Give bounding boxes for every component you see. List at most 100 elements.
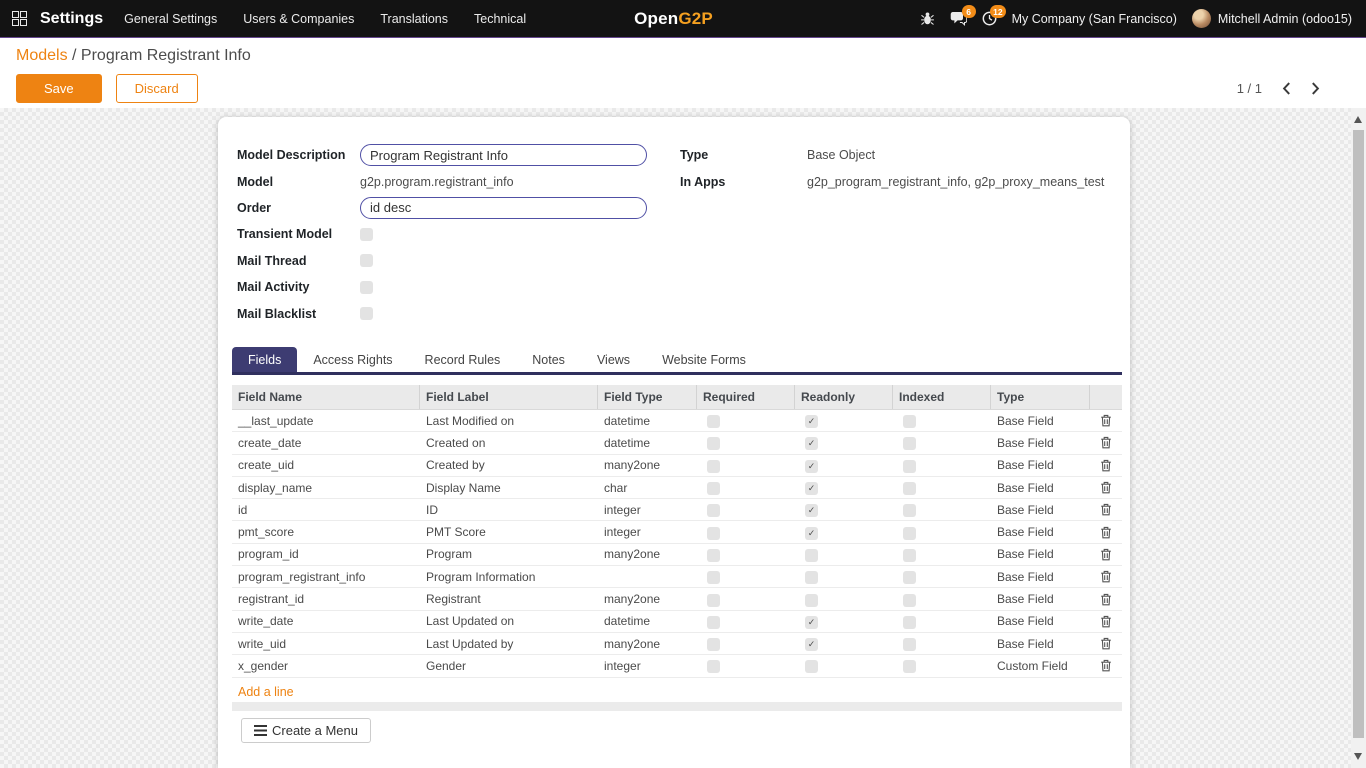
- table-row[interactable]: idIDinteger✓✓✓Base Field: [232, 499, 1122, 521]
- delete-row-icon[interactable]: [1100, 615, 1112, 628]
- readonly-checkbox[interactable]: ✓: [805, 527, 818, 540]
- readonly-checkbox[interactable]: ✓: [805, 638, 818, 651]
- delete-row-icon[interactable]: [1100, 459, 1112, 472]
- top-menu-item-general-settings[interactable]: General Settings: [111, 0, 230, 38]
- delete-row-icon[interactable]: [1100, 526, 1112, 539]
- scroll-down-icon[interactable]: [1354, 753, 1362, 760]
- delete-row-icon[interactable]: [1100, 436, 1112, 449]
- delete-row-icon[interactable]: [1100, 481, 1112, 494]
- delete-row-icon[interactable]: [1100, 503, 1112, 516]
- required-checkbox[interactable]: ✓: [707, 594, 720, 607]
- table-row[interactable]: program_idProgrammany2one✓✓✓Base Field: [232, 544, 1122, 566]
- delete-row-icon[interactable]: [1100, 414, 1112, 427]
- scroll-up-icon[interactable]: [1354, 116, 1362, 123]
- create-a-menu-button[interactable]: Create a Menu: [241, 718, 371, 743]
- delete-row-icon[interactable]: [1100, 659, 1112, 672]
- indexed-checkbox[interactable]: ✓: [903, 660, 916, 673]
- indexed-checkbox[interactable]: ✓: [903, 482, 916, 495]
- required-checkbox[interactable]: ✓: [707, 460, 720, 473]
- delete-row-icon[interactable]: [1100, 570, 1112, 583]
- table-row[interactable]: pmt_scorePMT Scoreinteger✓✓✓Base Field: [232, 521, 1122, 543]
- indexed-checkbox[interactable]: ✓: [903, 571, 916, 584]
- table-row[interactable]: __last_updateLast Modified ondatetime✓✓✓…: [232, 410, 1122, 432]
- readonly-checkbox[interactable]: ✓: [805, 571, 818, 584]
- horizontal-scrollbar[interactable]: [232, 702, 1122, 711]
- table-row[interactable]: write_uidLast Updated bymany2one✓✓✓Base …: [232, 633, 1122, 655]
- required-checkbox[interactable]: ✓: [707, 415, 720, 428]
- company-switcher[interactable]: My Company (San Francisco): [1012, 12, 1177, 26]
- column-header-field-name[interactable]: Field Name: [232, 385, 420, 409]
- order-input[interactable]: [360, 197, 647, 219]
- table-row[interactable]: x_genderGenderinteger✓✓✓Custom Field: [232, 655, 1122, 677]
- indexed-checkbox[interactable]: ✓: [903, 527, 916, 540]
- readonly-checkbox[interactable]: ✓: [805, 549, 818, 562]
- readonly-checkbox[interactable]: ✓: [805, 594, 818, 607]
- add-a-line-link[interactable]: Add a line: [232, 685, 1122, 699]
- app-title[interactable]: Settings: [40, 10, 103, 28]
- tab-record-rules[interactable]: Record Rules: [409, 347, 517, 372]
- column-header-readonly[interactable]: Readonly: [795, 385, 893, 409]
- indexed-checkbox[interactable]: ✓: [903, 638, 916, 651]
- mail-blacklist-checkbox[interactable]: ✓: [360, 307, 373, 320]
- table-row[interactable]: registrant_idRegistrantmany2one✓✓✓Base F…: [232, 588, 1122, 610]
- column-header-field-label[interactable]: Field Label: [420, 385, 598, 409]
- tab-access-rights[interactable]: Access Rights: [297, 347, 408, 372]
- breadcrumb-models-link[interactable]: Models: [16, 47, 68, 64]
- readonly-checkbox[interactable]: ✓: [805, 415, 818, 428]
- readonly-checkbox[interactable]: ✓: [805, 660, 818, 673]
- required-checkbox[interactable]: ✓: [707, 638, 720, 651]
- table-row[interactable]: program_registrant_infoProgram Informati…: [232, 566, 1122, 588]
- model-description-input[interactable]: [360, 144, 647, 166]
- required-checkbox[interactable]: ✓: [707, 660, 720, 673]
- required-checkbox[interactable]: ✓: [707, 482, 720, 495]
- pager-previous-icon[interactable]: [1282, 82, 1291, 95]
- mail-activity-checkbox[interactable]: ✓: [360, 281, 373, 294]
- column-header-type[interactable]: Type: [991, 385, 1090, 409]
- table-row[interactable]: create_dateCreated ondatetime✓✓✓Base Fie…: [232, 432, 1122, 454]
- tab-fields[interactable]: Fields: [232, 347, 297, 372]
- readonly-checkbox[interactable]: ✓: [805, 616, 818, 629]
- activities-clock-icon[interactable]: 12: [982, 11, 997, 26]
- required-checkbox[interactable]: ✓: [707, 571, 720, 584]
- delete-row-icon[interactable]: [1100, 637, 1112, 650]
- indexed-checkbox[interactable]: ✓: [903, 549, 916, 562]
- column-header-required[interactable]: Required: [697, 385, 795, 409]
- indexed-checkbox[interactable]: ✓: [903, 616, 916, 629]
- top-menu-item-technical[interactable]: Technical: [461, 0, 539, 38]
- required-checkbox[interactable]: ✓: [707, 527, 720, 540]
- column-header-indexed[interactable]: Indexed: [893, 385, 991, 409]
- indexed-checkbox[interactable]: ✓: [903, 594, 916, 607]
- indexed-checkbox[interactable]: ✓: [903, 415, 916, 428]
- user-avatar[interactable]: [1192, 9, 1211, 28]
- user-menu[interactable]: Mitchell Admin (odoo15): [1218, 12, 1352, 26]
- readonly-checkbox[interactable]: ✓: [805, 482, 818, 495]
- readonly-checkbox[interactable]: ✓: [805, 460, 818, 473]
- readonly-checkbox[interactable]: ✓: [805, 504, 818, 517]
- transient-model-checkbox[interactable]: ✓: [360, 228, 373, 241]
- mail-thread-checkbox[interactable]: ✓: [360, 254, 373, 267]
- required-checkbox[interactable]: ✓: [707, 549, 720, 562]
- delete-row-icon[interactable]: [1100, 548, 1112, 561]
- delete-row-icon[interactable]: [1100, 593, 1112, 606]
- required-checkbox[interactable]: ✓: [707, 616, 720, 629]
- tab-notes[interactable]: Notes: [516, 347, 581, 372]
- indexed-checkbox[interactable]: ✓: [903, 460, 916, 473]
- top-menu-item-users-companies[interactable]: Users & Companies: [230, 0, 367, 38]
- scrollbar-thumb[interactable]: [1353, 130, 1364, 738]
- save-button[interactable]: Save: [16, 74, 102, 103]
- indexed-checkbox[interactable]: ✓: [903, 437, 916, 450]
- top-menu-item-translations[interactable]: Translations: [367, 0, 461, 38]
- required-checkbox[interactable]: ✓: [707, 437, 720, 450]
- table-row[interactable]: write_dateLast Updated ondatetime✓✓✓Base…: [232, 611, 1122, 633]
- tab-website-forms[interactable]: Website Forms: [646, 347, 762, 372]
- messages-icon[interactable]: 6: [950, 11, 967, 26]
- readonly-checkbox[interactable]: ✓: [805, 437, 818, 450]
- debug-bug-icon[interactable]: [920, 11, 935, 26]
- tab-views[interactable]: Views: [581, 347, 646, 372]
- table-row[interactable]: create_uidCreated bymany2one✓✓✓Base Fiel…: [232, 455, 1122, 477]
- indexed-checkbox[interactable]: ✓: [903, 504, 916, 517]
- required-checkbox[interactable]: ✓: [707, 504, 720, 517]
- discard-button[interactable]: Discard: [116, 74, 198, 103]
- apps-grid-icon[interactable]: [12, 11, 28, 27]
- pager-next-icon[interactable]: [1311, 82, 1320, 95]
